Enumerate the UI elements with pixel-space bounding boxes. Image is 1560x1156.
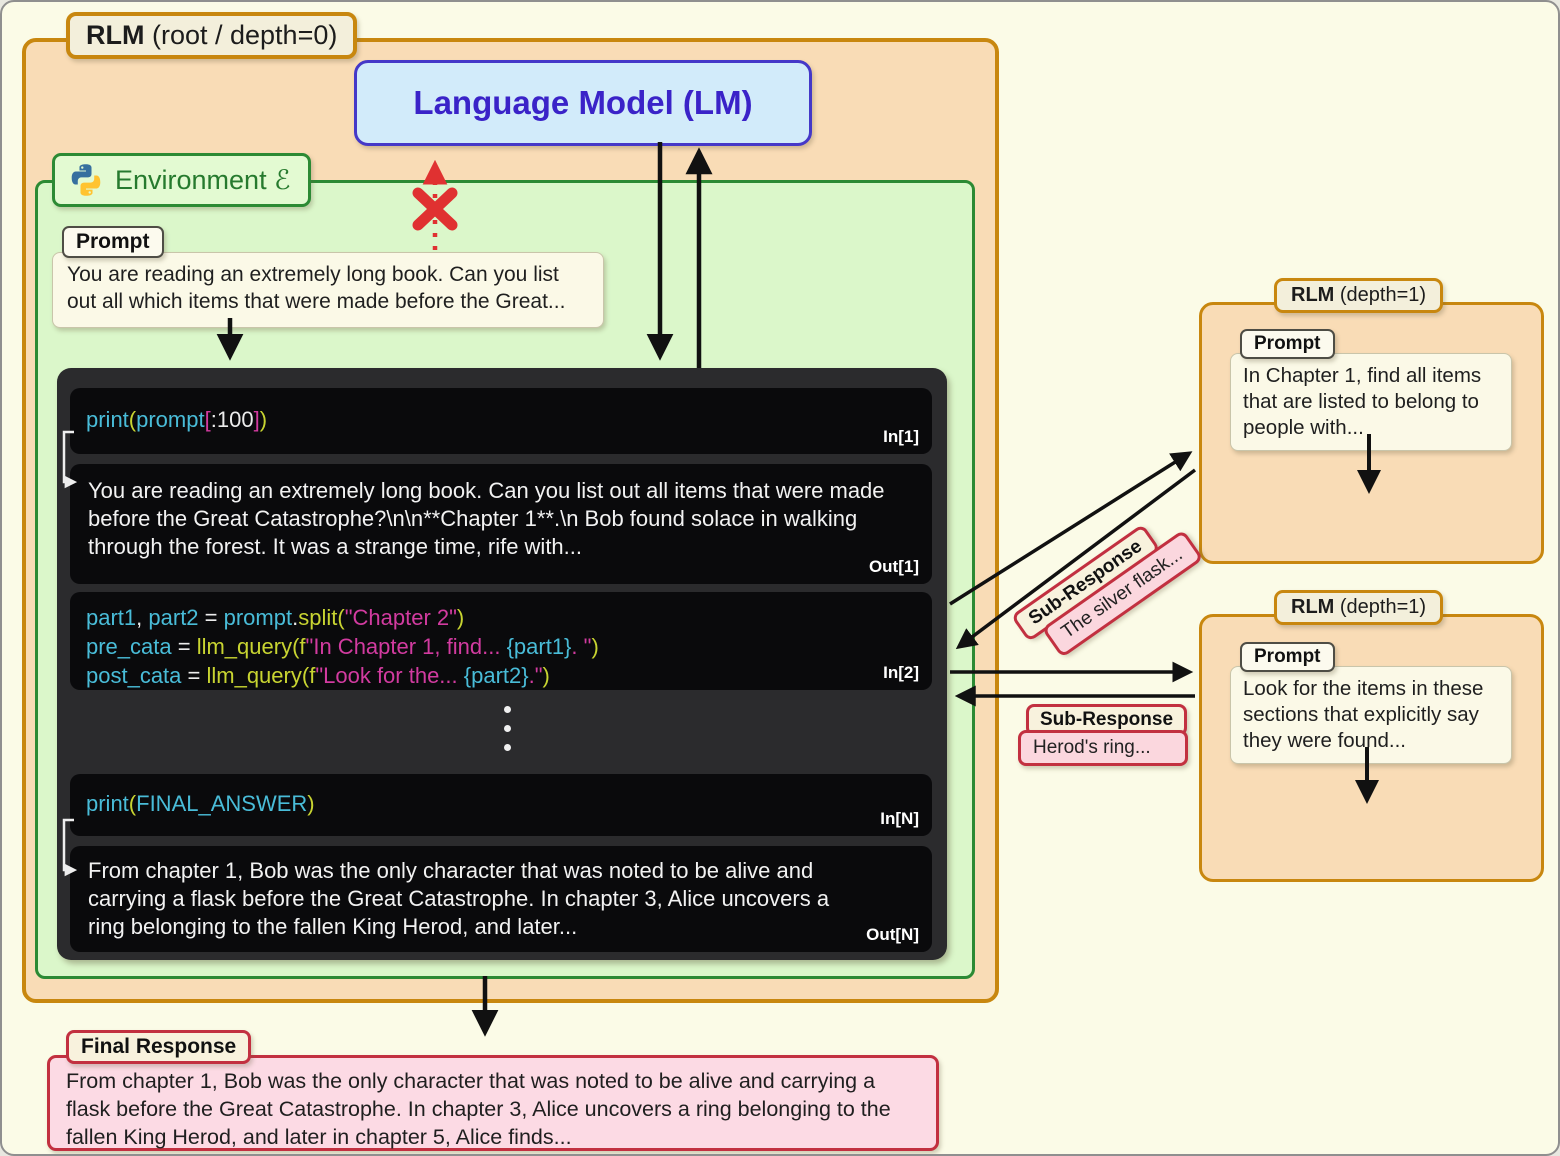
environment-label: Environment ℰ [115, 165, 290, 196]
final-response-text: From chapter 1, Bob was the only charact… [66, 1069, 891, 1149]
language-model-top-box: Language Model (LM) [354, 60, 812, 146]
rlm1-prompt-box: In Chapter 1, find all items that are li… [1230, 353, 1512, 451]
environment-title: Environment ℰ [52, 153, 311, 207]
rlm1-title: RLM (depth=1) [1274, 278, 1443, 313]
cell-in1: print(prompt[:100]) In[1] [70, 388, 932, 454]
cell-in1-label: In[1] [883, 427, 919, 447]
outN-text: From chapter 1, Bob was the only charact… [88, 857, 858, 941]
final-response-tab-label: Final Response [81, 1035, 236, 1058]
rlm1-prompt-tab: Prompt [1240, 329, 1335, 359]
rlm1-prompt-text: In Chapter 1, find all items that are li… [1243, 364, 1481, 439]
sub-response-2-tab-label: Sub-Response [1040, 709, 1173, 730]
prompt-box: You are reading an extremely long book. … [52, 252, 604, 328]
code-in2-line1: part1, part2 = prompt.split("Chapter 2") [86, 603, 599, 632]
sub-response-1: Sub-Response The silver flask... [1011, 496, 1220, 669]
rlm2-title: RLM (depth=1) [1274, 590, 1443, 625]
rlm2-title-bold: RLM [1291, 596, 1334, 618]
rlm-root-title: RLM (root / depth=0) [66, 12, 357, 59]
code-in1: print(prompt[:100]) [86, 405, 267, 434]
rlm1-title-bold: RLM [1291, 284, 1334, 306]
out1-text: You are reading an extremely long book. … [88, 477, 888, 561]
diagram-canvas: RLM (root / depth=0) Language Model (LM)… [0, 0, 1560, 1156]
language-model-top-label: Language Model (LM) [413, 84, 752, 122]
rlm2-title-rest: (depth=1) [1334, 596, 1426, 618]
rlm1-title-rest: (depth=1) [1334, 284, 1426, 306]
final-response-tab: Final Response [66, 1030, 251, 1064]
rlm2-prompt-tab: Prompt [1240, 642, 1335, 672]
sub-response-2-text: Herod's ring... [1033, 737, 1151, 758]
rlm1-prompt-tab-label: Prompt [1254, 333, 1321, 354]
prompt-tab-label: Prompt [76, 230, 150, 253]
code-in2-line2: pre_cata = llm_query(f"In Chapter 1, fin… [86, 632, 599, 661]
python-icon [68, 162, 104, 198]
prompt-text: You are reading an extremely long book. … [67, 263, 565, 313]
cell-in2-label: In[2] [883, 663, 919, 683]
cell-out1-label: Out[1] [869, 557, 919, 577]
final-response-box: From chapter 1, Bob was the only charact… [47, 1055, 939, 1151]
rlm2-prompt-tab-label: Prompt [1254, 646, 1321, 667]
rlm2-prompt-text: Look for the items in these sections tha… [1243, 677, 1483, 752]
rlm2-prompt-box: Look for the items in these sections tha… [1230, 666, 1512, 764]
cell-outN-label: Out[N] [866, 925, 919, 945]
sub-response-2-box: Herod's ring... [1018, 730, 1188, 766]
cell-inN: print(FINAL_ANSWER) In[N] [70, 774, 932, 836]
rlm-root-title-rest: (root / depth=0) [144, 20, 337, 50]
ellipsis-dots [504, 706, 511, 751]
rlm-root-title-bold: RLM [86, 20, 144, 50]
cell-inN-label: In[N] [880, 809, 919, 829]
notebook-panel: print(prompt[:100]) In[1] You are readin… [57, 368, 947, 960]
code-in2-line3: post_cata = llm_query(f"Look for the... … [86, 661, 599, 690]
cell-in2: part1, part2 = prompt.split("Chapter 2")… [70, 592, 932, 690]
code-inN: print(FINAL_ANSWER) [86, 789, 315, 818]
cell-outN: From chapter 1, Bob was the only charact… [70, 846, 932, 952]
cell-out1: You are reading an extremely long book. … [70, 464, 932, 584]
prompt-tab: Prompt [62, 226, 164, 258]
